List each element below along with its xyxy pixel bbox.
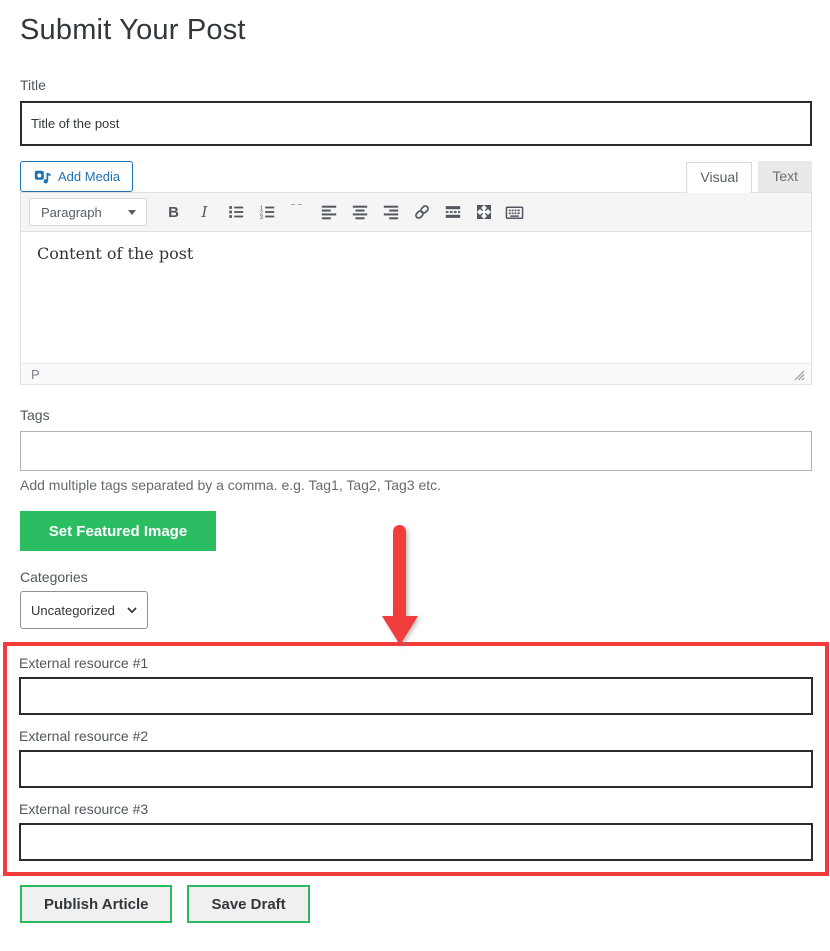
editor-status-bar: P [21, 363, 811, 384]
keyboard-icon [505, 203, 524, 222]
insert-link-button[interactable] [407, 199, 436, 225]
element-path[interactable]: P [31, 367, 40, 382]
post-title-input[interactable] [20, 101, 812, 146]
blockquote-button[interactable]: “ [283, 199, 312, 225]
align-center-button[interactable] [345, 199, 374, 225]
align-center-icon [351, 203, 369, 221]
align-right-icon [382, 203, 400, 221]
set-featured-image-button[interactable]: Set Featured Image [20, 511, 216, 551]
media-icon [33, 168, 51, 186]
resize-grabber-icon[interactable] [792, 368, 805, 381]
external-resources-highlight-box: External resource #1 External resource #… [3, 642, 829, 876]
align-right-button[interactable] [376, 199, 405, 225]
categories-selected-value: Uncategorized [31, 603, 115, 618]
bold-button[interactable]: B [159, 199, 188, 225]
editor-mode-tabs: Visual Text [686, 161, 812, 192]
bold-icon: B [168, 204, 179, 221]
external-resource-2-input[interactable] [19, 750, 813, 788]
add-media-button[interactable]: Add Media [20, 161, 133, 192]
link-icon [413, 203, 431, 221]
chevron-down-icon [125, 603, 139, 617]
blockquote-icon: “ [289, 204, 306, 220]
svg-text:3: 3 [259, 215, 262, 221]
paragraph-format-label: Paragraph [41, 205, 102, 220]
editor-toolbar: Paragraph B I 1 2 [21, 193, 811, 232]
more-tag-icon [444, 203, 462, 221]
more-tag-button[interactable] [438, 199, 467, 225]
tab-visual[interactable]: Visual [686, 162, 752, 193]
add-media-label: Add Media [58, 169, 120, 184]
page-title: Submit Your Post [20, 14, 812, 47]
align-left-icon [320, 203, 338, 221]
form-actions: Publish Article Save Draft [20, 885, 812, 923]
align-left-button[interactable] [314, 199, 343, 225]
dropdown-caret-icon [127, 207, 137, 217]
italic-button[interactable]: I [190, 199, 219, 225]
fullscreen-icon [475, 203, 493, 221]
external-resource-3-label: External resource #3 [19, 801, 813, 817]
numbered-list-icon: 1 2 3 [258, 203, 276, 221]
annotation-arrow-icon [381, 525, 418, 645]
keyboard-shortcuts-button[interactable] [500, 199, 529, 225]
external-resource-3-input[interactable] [19, 823, 813, 861]
bulleted-list-button[interactable] [221, 199, 250, 225]
external-resource-1-label: External resource #1 [19, 655, 813, 671]
numbered-list-button[interactable]: 1 2 3 [252, 199, 281, 225]
publish-article-button[interactable]: Publish Article [20, 885, 172, 923]
fullscreen-button[interactable] [469, 199, 498, 225]
submit-post-page: Submit Your Post Title Add Media Visual … [0, 14, 830, 923]
tags-input[interactable] [20, 431, 812, 471]
content-editor: Paragraph B I 1 2 [20, 192, 812, 385]
title-label: Title [20, 77, 812, 93]
media-row: Add Media Visual Text [20, 161, 812, 192]
paragraph-format-dropdown[interactable]: Paragraph [29, 198, 147, 226]
save-draft-button[interactable]: Save Draft [187, 885, 309, 923]
categories-label: Categories [20, 569, 812, 585]
bulleted-list-icon [227, 203, 245, 221]
external-resource-2-label: External resource #2 [19, 728, 813, 744]
tags-help-text: Add multiple tags separated by a comma. … [20, 477, 812, 493]
external-resource-1-input[interactable] [19, 677, 813, 715]
categories-select[interactable]: Uncategorized [20, 591, 148, 629]
tab-text[interactable]: Text [758, 161, 812, 192]
tags-label: Tags [20, 407, 812, 423]
italic-icon: I [202, 203, 208, 221]
editor-content-area[interactable]: Content of the post [21, 232, 811, 363]
